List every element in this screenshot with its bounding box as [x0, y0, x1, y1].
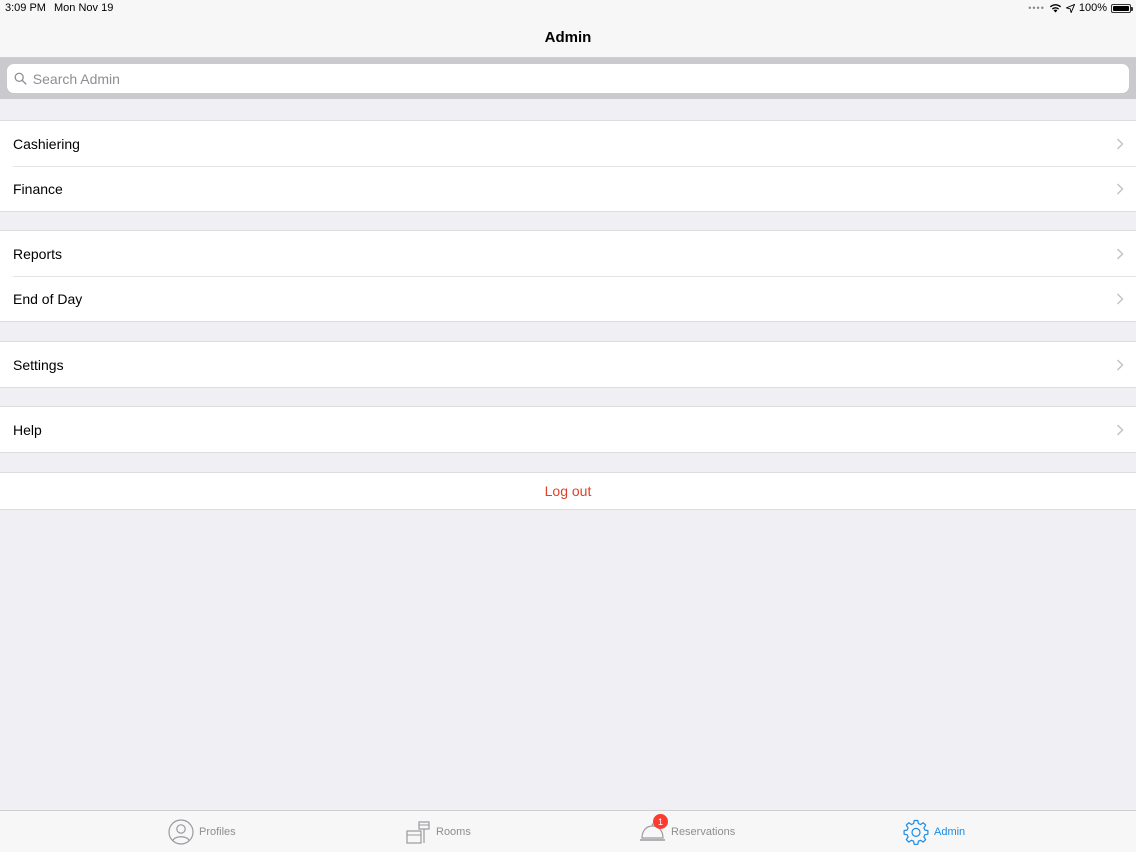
menu-group-accounting: Cashiering Finance [0, 120, 1136, 212]
menu-item-label: Cashiering [13, 135, 80, 152]
menu-item-label: Finance [13, 180, 63, 197]
search-field[interactable] [7, 64, 1129, 93]
menu-item-finance[interactable]: Finance [0, 166, 1136, 211]
page-title: Admin [544, 29, 592, 46]
status-right: •••• 100% [1028, 2, 1133, 14]
search-input[interactable] [32, 70, 1129, 87]
notification-badge: 1 [653, 814, 668, 829]
tab-rooms[interactable]: Rooms [405, 811, 471, 852]
battery-icon [1111, 3, 1133, 13]
logout-label: Log out [544, 483, 592, 499]
menu-item-label: Help [13, 421, 42, 438]
profile-icon [168, 819, 194, 845]
rooms-icon [406, 821, 430, 844]
cellular-dots-icon: •••• [1028, 3, 1045, 13]
tab-reservations[interactable]: 1 Reservations [639, 811, 735, 852]
service-bell-wrapper: 1 [639, 814, 668, 843]
search-bar [0, 58, 1136, 99]
logout-button[interactable]: Log out [0, 472, 1136, 510]
tab-bar: Profiles Rooms 1 Reservations Admin [0, 810, 1136, 852]
menu-item-end-of-day[interactable]: End of Day [0, 276, 1136, 321]
battery-percent: 100% [1078, 2, 1107, 14]
chevron-right-icon [1116, 292, 1124, 305]
menu-item-label: Settings [13, 356, 64, 373]
tab-label: Reservations [671, 826, 736, 838]
location-arrow-icon [1065, 3, 1075, 13]
chevron-right-icon [1116, 358, 1124, 371]
menu-group-settings: Settings [0, 341, 1136, 388]
gear-icon [903, 819, 929, 845]
menu-group-help: Help [0, 406, 1136, 453]
menu-item-help[interactable]: Help [0, 407, 1136, 452]
tab-profiles[interactable]: Profiles [168, 811, 236, 852]
search-icon [14, 72, 27, 85]
menu-item-cashiering[interactable]: Cashiering [0, 121, 1136, 166]
menu-item-reports[interactable]: Reports [0, 231, 1136, 276]
menu-item-label: Reports [13, 245, 63, 262]
menu-item-settings[interactable]: Settings [0, 342, 1136, 387]
chevron-right-icon [1116, 423, 1124, 436]
status-date: Mon Nov 19 [54, 2, 114, 14]
chevron-right-icon [1116, 182, 1124, 195]
tab-label: Rooms [436, 826, 471, 838]
chevron-right-icon [1116, 137, 1124, 150]
status-bar: 3:09 PM Mon Nov 19 •••• 100% [0, 0, 1136, 18]
wifi-icon [1049, 4, 1061, 13]
tab-label: Admin [934, 826, 966, 838]
app-window: 3:09 PM Mon Nov 19 •••• 100% Admin Searc… [0, 0, 1136, 852]
menu-group-reporting: Reports End of Day [0, 230, 1136, 322]
tab-label: Profiles [199, 826, 236, 838]
menu-item-label: End of Day [13, 290, 83, 307]
chevron-right-icon [1116, 247, 1124, 260]
status-time: 3:09 PM [5, 2, 46, 14]
tab-admin[interactable]: Admin [903, 811, 965, 852]
navigation-bar: Admin [0, 18, 1136, 58]
